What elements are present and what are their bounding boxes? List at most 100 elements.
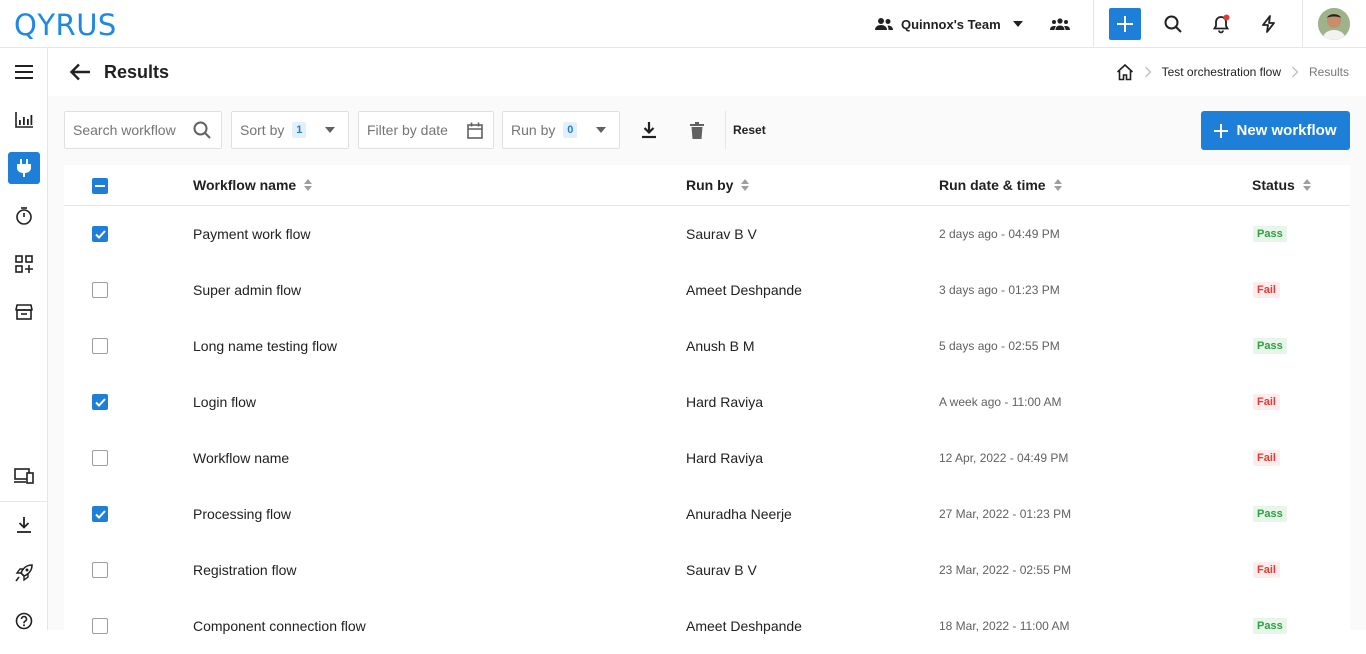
- search-workflow-input[interactable]: Search workflow: [64, 111, 222, 149]
- storage-icon[interactable]: [8, 296, 40, 328]
- workflow-name-cell: Login flow: [193, 394, 257, 410]
- workflow-name-cell: Workflow name: [193, 450, 290, 466]
- toolbar-divider: [725, 111, 726, 149]
- run-date-cell: 18 Mar, 2022 - 11:00 AM: [939, 619, 1070, 633]
- sort-icon: [1053, 179, 1062, 191]
- row-checkbox[interactable]: [92, 506, 108, 522]
- column-workflow-name[interactable]: Workflow name: [193, 177, 313, 193]
- plug-icon[interactable]: [8, 152, 40, 184]
- run-date-cell: 27 Mar, 2022 - 01:23 PM: [939, 507, 1072, 521]
- new-workflow-button[interactable]: New workflow: [1201, 111, 1350, 150]
- status-badge: Fail: [1253, 282, 1280, 298]
- run-by-cell: Hard Raviya: [686, 450, 764, 466]
- run-date-cell: 23 Mar, 2022 - 02:55 PM: [939, 563, 1072, 577]
- qyrus-logo[interactable]: QYRUS: [14, 8, 117, 42]
- table-row[interactable]: Login flow Hard Raviya A week ago - 11:00 …: [64, 374, 1350, 430]
- workflow-name-cell: Super admin flow: [193, 282, 302, 298]
- sort-by-select[interactable]: Sort by 1: [231, 111, 349, 149]
- breadcrumb: Test orchestration flow Results: [1116, 62, 1349, 82]
- sort-by-label: Sort by: [240, 122, 285, 138]
- row-checkbox[interactable]: [92, 618, 108, 634]
- team-switcher[interactable]: Quinnox's Team: [875, 14, 1023, 34]
- filter-by-date-input[interactable]: Filter by date: [358, 111, 494, 149]
- run-by-cell: Saurav B V: [686, 226, 757, 242]
- workflow-name-cell: Processing flow: [193, 506, 292, 522]
- sort-icon: [741, 179, 750, 191]
- column-run-date-time[interactable]: Run date & time: [939, 177, 1062, 193]
- download-icon[interactable]: [8, 509, 40, 541]
- workflow-name-cell: Payment work flow: [193, 226, 311, 242]
- topbar-divider: [1093, 0, 1094, 48]
- row-checkbox[interactable]: [92, 562, 108, 578]
- table-row[interactable]: Payment work flow Saurav B V 2 days ago - …: [64, 206, 1350, 262]
- plus-icon: [1117, 16, 1133, 32]
- run-by-select[interactable]: Run by 0: [502, 111, 620, 149]
- reset-button[interactable]: Reset: [733, 123, 766, 137]
- workflow-name-cell: Registration flow: [193, 562, 297, 578]
- breadcrumb-parent-link[interactable]: Test orchestration flow: [1162, 65, 1281, 79]
- users-icon[interactable]: [1048, 12, 1072, 36]
- filter-date-label: Filter by date: [367, 122, 448, 138]
- results-content: Search workflow Sort by 1 Filter by date…: [48, 96, 1366, 654]
- chevron-down-icon: [325, 127, 335, 133]
- column-status[interactable]: Status: [1252, 177, 1311, 193]
- table-row[interactable]: Processing flow Anuradha Neerje 27 Mar, 20…: [64, 486, 1350, 542]
- column-run-by[interactable]: Run by: [686, 177, 750, 193]
- search-icon[interactable]: [1161, 12, 1185, 36]
- status-badge: Fail: [1253, 394, 1280, 410]
- download-icon[interactable]: [634, 115, 664, 145]
- row-checkbox[interactable]: [92, 394, 108, 410]
- table-row[interactable]: Super admin flow Ameet Deshpande 3 days ag…: [64, 262, 1350, 318]
- bell-icon[interactable]: [1209, 12, 1233, 36]
- chevron-down-icon: [1012, 21, 1023, 27]
- workflow-name-cell: Long name testing flow: [193, 338, 337, 354]
- row-checkbox[interactable]: [92, 338, 108, 354]
- run-date-cell: 2 days ago - 04:49 PM: [939, 227, 1060, 241]
- table-row[interactable]: Component connection flow Ameet Deshpande…: [64, 598, 1350, 654]
- run-by-cell: Ameet Deshpande: [686, 282, 802, 298]
- run-date-cell: 5 days ago - 02:55 PM: [939, 339, 1060, 353]
- help-icon[interactable]: [8, 605, 40, 637]
- menu-icon[interactable]: [8, 56, 40, 88]
- search-icon: [193, 121, 211, 139]
- run-by-count-badge: 0: [563, 122, 578, 138]
- results-table: Workflow name Run by Run date & time Sta…: [64, 165, 1350, 654]
- home-icon[interactable]: [1116, 63, 1134, 81]
- create-button[interactable]: [1109, 8, 1141, 40]
- new-workflow-label: New workflow: [1236, 122, 1337, 139]
- sort-icon: [1302, 179, 1311, 191]
- table-row[interactable]: Long name testing flow Anush B M 5 days ag…: [64, 318, 1350, 374]
- run-by-cell: Anuradha Neerje: [686, 506, 792, 522]
- chevron-right-icon: [1292, 66, 1299, 78]
- user-avatar[interactable]: [1318, 8, 1350, 40]
- topbar-divider: [1302, 0, 1303, 48]
- row-checkbox[interactable]: [92, 450, 108, 466]
- apps-icon[interactable]: [8, 248, 40, 280]
- back-arrow-icon[interactable]: [68, 60, 92, 84]
- row-checkbox[interactable]: [92, 282, 108, 298]
- check-icon: [94, 229, 106, 239]
- run-by-cell: Ameet Deshpande: [686, 618, 802, 634]
- top-bar: QYRUS Quinnox's Team: [0, 0, 1366, 48]
- sidebar: [0, 48, 48, 630]
- table-row[interactable]: Registration flow Saurav B V 23 Mar, 2022 …: [64, 542, 1350, 598]
- select-all-checkbox[interactable]: [92, 178, 108, 194]
- sort-count-badge: 1: [292, 122, 307, 138]
- rocket-icon[interactable]: [8, 557, 40, 589]
- chart-icon[interactable]: [8, 104, 40, 136]
- timer-icon[interactable]: [8, 200, 40, 232]
- table-row[interactable]: Workflow name Hard Raviya 12 Apr, 2022 - 0…: [64, 430, 1350, 486]
- table-header: Workflow name Run by Run date & time Sta…: [64, 165, 1350, 206]
- run-by-cell: Saurav B V: [686, 562, 757, 578]
- lightning-icon[interactable]: [1257, 12, 1281, 36]
- trash-icon[interactable]: [682, 115, 712, 145]
- sidebar-divider: [0, 501, 47, 502]
- status-badge: Fail: [1253, 450, 1280, 466]
- devices-icon[interactable]: [8, 460, 40, 492]
- plus-icon: [1214, 123, 1229, 138]
- page-title: Results: [104, 62, 170, 82]
- table-body: Payment work flow Saurav B V 2 days ago - …: [64, 206, 1350, 654]
- team-icon: [875, 18, 893, 30]
- row-checkbox[interactable]: [92, 226, 108, 242]
- run-date-cell: 12 Apr, 2022 - 04:49 PM: [939, 451, 1069, 465]
